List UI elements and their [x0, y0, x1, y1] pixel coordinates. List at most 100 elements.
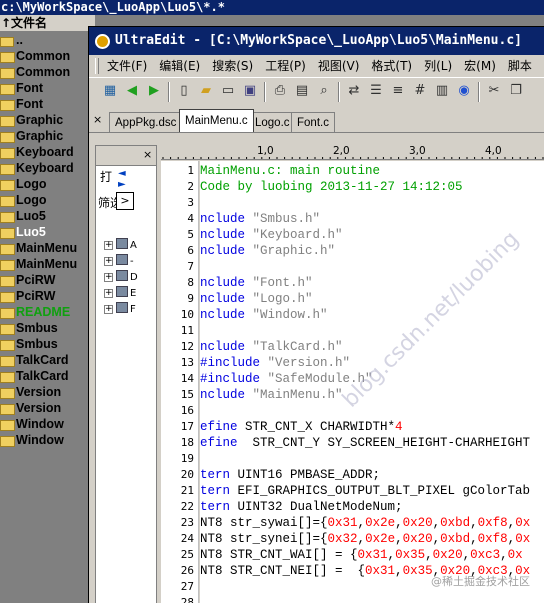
code-token: tern — [200, 468, 238, 482]
tree-node[interactable]: + D — [104, 270, 154, 286]
menu-item[interactable]: 宏(M) — [458, 55, 502, 77]
file-list-item[interactable]: Common — [0, 48, 95, 64]
file-list-item[interactable]: MainMenu — [0, 256, 95, 272]
file-tab[interactable]: AppPkg.dsc — [109, 112, 183, 132]
panel-tab-open[interactable]: 打 — [100, 168, 112, 185]
menu-item[interactable]: 格式(T) — [365, 55, 418, 77]
cut-icon[interactable]: ✂ — [483, 80, 505, 102]
document-icon[interactable]: ☰ — [365, 80, 387, 102]
menu-item[interactable]: 文件(F) — [101, 55, 153, 77]
copy-icon[interactable]: ❐ — [505, 80, 527, 102]
tree-node[interactable]: + - — [104, 254, 154, 270]
line-number: 12 — [180, 340, 194, 353]
file-list-item[interactable]: Keyboard — [0, 160, 95, 176]
file-list-item[interactable]: Luo5 — [0, 224, 95, 240]
code-editor[interactable]: MainMenu.c: main routine Code by luobing … — [200, 161, 544, 603]
file-list-item[interactable]: Window — [0, 416, 95, 432]
code-token: 4 — [395, 420, 403, 434]
hex-icon[interactable]: # — [409, 80, 431, 102]
file-list-item[interactable]: PciRW — [0, 272, 95, 288]
file-list-item[interactable]: .. — [0, 32, 95, 48]
file-list-item[interactable]: Logo — [0, 176, 95, 192]
new-file-icon[interactable]: ▯ — [173, 80, 195, 102]
file-list-item[interactable]: Common — [0, 64, 95, 80]
code-token: tern — [200, 484, 238, 498]
open-file-icon[interactable]: ▭ — [217, 80, 239, 102]
file-tab[interactable]: Font.c — [291, 112, 335, 132]
toolbar-separator — [478, 82, 480, 102]
file-list-item[interactable]: Font — [0, 80, 95, 96]
code-token: 0xf8 — [477, 516, 508, 530]
code-token: 0x — [515, 532, 531, 546]
line-number: 17 — [180, 420, 194, 433]
code-token: nclude — [200, 292, 253, 306]
menu-item[interactable]: 视图(V) — [312, 55, 366, 77]
file-list-item[interactable]: Smbus — [0, 320, 95, 336]
expand-icon[interactable]: + — [104, 305, 113, 314]
back-arrow-icon[interactable]: ◀ — [121, 80, 143, 102]
code-token: "Keyboard.h" — [252, 228, 343, 242]
code-token: , — [500, 548, 508, 562]
menu-item[interactable]: 脚本 — [502, 55, 538, 77]
print-preview-icon[interactable]: ▤ — [291, 80, 313, 102]
tree-node[interactable]: + E — [104, 286, 154, 302]
file-list-item[interactable]: Graphic — [0, 128, 95, 144]
menu-grip[interactable] — [95, 58, 99, 74]
open-folder-icon[interactable]: ▰ — [195, 80, 217, 102]
file-list-item[interactable]: Version — [0, 384, 95, 400]
find-icon[interactable]: ⌕ — [313, 80, 335, 102]
forward-arrow-icon[interactable]: ▶ — [143, 80, 165, 102]
file-list-item[interactable]: PciRW — [0, 288, 95, 304]
file-list-item[interactable]: Logo — [0, 192, 95, 208]
file-list-item[interactable]: Smbus — [0, 336, 95, 352]
file-tab[interactable]: Logo.c — [249, 112, 296, 132]
code-token: "Font.h" — [252, 276, 313, 290]
code-line: nclude "Window.h" — [200, 307, 328, 323]
menu-item[interactable]: 编辑(E) — [153, 55, 206, 77]
close-tab-icon[interactable]: × — [93, 113, 102, 126]
panel-close-icon[interactable]: × — [143, 148, 152, 161]
notes-icon[interactable]: ▥ — [431, 80, 453, 102]
line-number: 24 — [180, 532, 194, 545]
toolbar-separator — [168, 82, 170, 102]
tree-node-icon — [116, 238, 128, 249]
tree-node[interactable]: + A — [104, 238, 154, 254]
web-icon[interactable]: ◉ — [453, 80, 475, 102]
tree-node[interactable]: + F — [104, 302, 154, 318]
code-line: nclude "Smbus.h" — [200, 211, 320, 227]
file-list-item[interactable]: Version — [0, 400, 95, 416]
file-list-item-label: Keyboard — [16, 161, 74, 175]
filter-button[interactable]: > — [116, 192, 134, 210]
file-list-item[interactable]: Luo5 — [0, 208, 95, 224]
file-list-item[interactable]: MainMenu — [0, 240, 95, 256]
file-list-item[interactable]: Graphic — [0, 112, 95, 128]
file-list-item[interactable]: TalkCard — [0, 368, 95, 384]
expand-icon[interactable]: + — [104, 289, 113, 298]
column-ruler: 1,0 2,0 3,0 4,0 — [161, 145, 544, 160]
print-icon[interactable]: ⎙ — [269, 80, 291, 102]
open-project-icon[interactable]: ▦ — [99, 80, 121, 102]
file-list-item[interactable]: Font — [0, 96, 95, 112]
code-token: , — [357, 516, 366, 530]
menu-item[interactable]: 工程(P) — [259, 55, 312, 77]
find-replace-icon[interactable]: ⇄ — [343, 80, 365, 102]
file-list-item[interactable]: Keyboard — [0, 144, 95, 160]
file-name-column-header[interactable]: ↑文件名 — [0, 15, 95, 32]
file-list-item[interactable]: README — [0, 304, 95, 320]
file-list-item[interactable]: TalkCard — [0, 352, 95, 368]
file-tab[interactable]: MainMenu.c — [179, 109, 254, 132]
menu-item[interactable]: 搜索(S) — [206, 55, 259, 77]
expand-icon[interactable]: + — [104, 257, 113, 266]
folder-icon — [0, 370, 15, 383]
panel-tab-scroll-arrows[interactable]: ◄ ► — [118, 168, 154, 190]
expand-icon[interactable]: + — [104, 241, 113, 250]
code-token: , — [395, 532, 403, 546]
line-number: 10 — [180, 308, 194, 321]
file-list-item[interactable]: Window — [0, 432, 95, 448]
save-icon[interactable]: ▣ — [239, 80, 261, 102]
menu-item[interactable]: 列(L) — [418, 55, 458, 77]
line-number: 23 — [180, 516, 194, 529]
list-icon[interactable]: ≡ — [387, 80, 409, 102]
code-token: "SafeModule.h" — [267, 372, 373, 386]
expand-icon[interactable]: + — [104, 273, 113, 282]
